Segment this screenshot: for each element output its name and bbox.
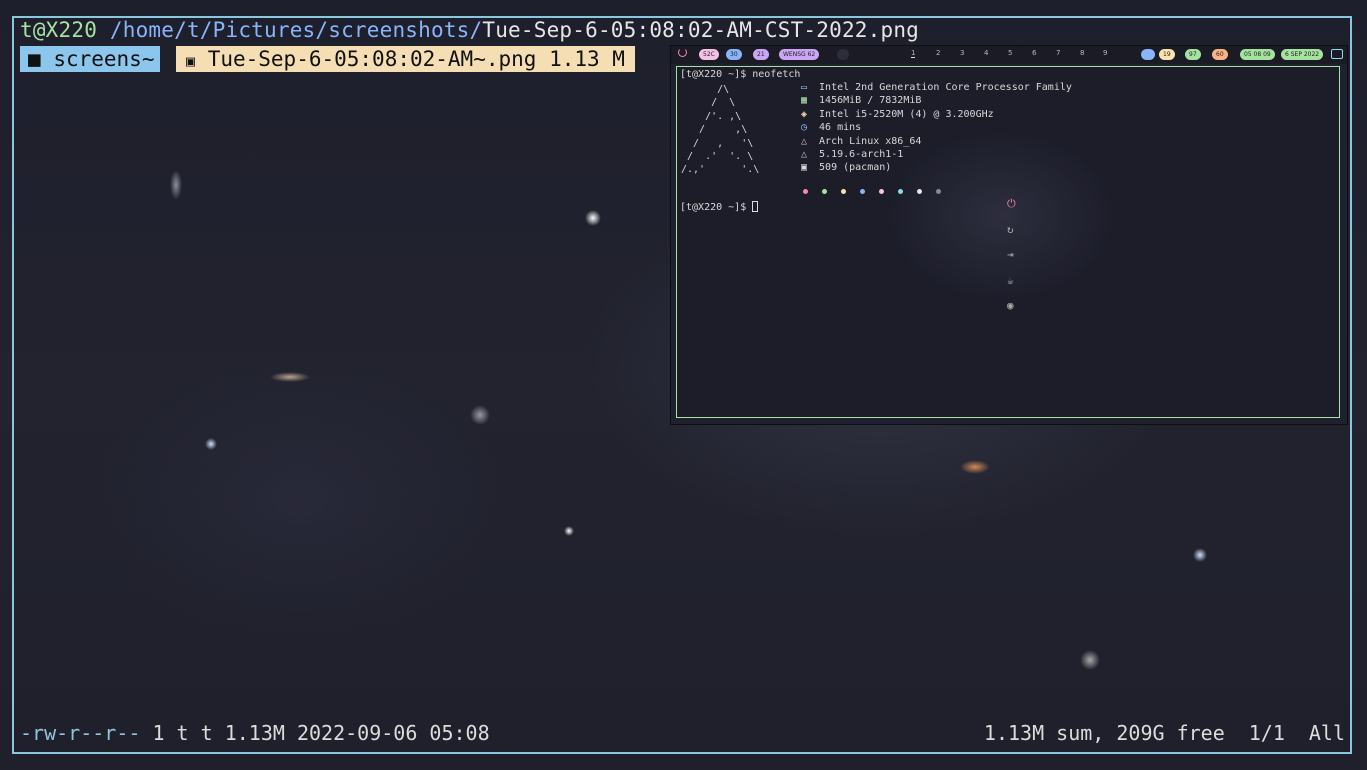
file-metadata: 1 t t 1.13M 2022-09-06 05:08 — [152, 721, 490, 745]
workspace-5[interactable]: 5 — [1008, 49, 1012, 57]
info-memory: ▦ 1456MiB / 7832MiB — [801, 95, 922, 107]
palette-dot — [936, 189, 941, 194]
kernel-icon: △ — [801, 148, 808, 160]
date-badge: 6 SEP 2022 — [1281, 49, 1324, 60]
temperature-badge: 52C — [699, 49, 719, 60]
clock-icon: ◷ — [801, 122, 808, 134]
info-kernel: △ 5.19.6-arch1-1 — [801, 148, 904, 160]
status-bar: 52C 30 21 WENSG 62 1 2 3 4 5 6 7 8 9 19 … — [671, 46, 1347, 64]
text-cursor — [752, 201, 759, 212]
arch-icon: △ — [801, 135, 808, 147]
clock-badge: 05 08 09 — [1240, 49, 1275, 60]
tray-icon[interactable] — [1141, 49, 1155, 60]
workspace-9[interactable]: 9 — [1103, 49, 1107, 57]
package-icon: ▣ — [801, 162, 808, 174]
file-entry-selected[interactable]: ▣ Tue-Sep-6-05:08:02-AM~.png 1.13 M — [176, 46, 635, 72]
cpu-badge: 30 — [726, 49, 742, 60]
palette-dot — [841, 189, 846, 194]
spacer-badge — [837, 49, 849, 60]
color-palette — [803, 179, 955, 198]
arch-ascii-logo: /\ / \ /'. ,\ / ,\ / , '\ / .' '. \ /.,'… — [681, 84, 760, 176]
monitor-icon: ▭ — [801, 82, 808, 93]
memory-badge: 21 — [753, 49, 769, 60]
file-info-status: -rw-r--r-- 1 t t 1.13M 2022-09-06 05:08 — [20, 721, 490, 745]
logout-icon[interactable]: ⇥ — [1007, 248, 1016, 274]
directory-path: /home/t/Pictures/screenshots/ — [109, 18, 483, 42]
file-permissions: -rw-r--r-- — [20, 721, 141, 745]
palette-dot — [822, 189, 827, 194]
prompt-line-1: [t@X220 ~]$ neofetch — [680, 69, 801, 80]
info-host: ▭ Intel 2nd Generation Core Processor Fa… — [801, 82, 1072, 93]
workspace-2[interactable]: 2 — [936, 49, 940, 57]
power-icon[interactable] — [678, 48, 687, 57]
info-packages: ▣ 509 (pacman) — [801, 162, 892, 174]
disk-summary: 1.13M sum, 209G free — [983, 721, 1225, 745]
volume-badge: 19 — [1159, 49, 1175, 60]
power-menu: ⏻ ↻ ⇥ ☕ ◉ — [1007, 197, 1016, 325]
palette-dot — [917, 189, 922, 194]
suspend-icon[interactable]: ☕ — [1007, 274, 1016, 300]
workspace-8[interactable]: 8 — [1080, 49, 1084, 57]
directory-entry[interactable]: ■ screens~ — [20, 46, 161, 72]
host-label: t@X220 — [20, 18, 98, 42]
workspace-3[interactable]: 3 — [960, 49, 964, 57]
cpu-icon: ◈ — [801, 108, 808, 120]
palette-dot — [860, 189, 865, 194]
brightness-badge: 60 — [1212, 49, 1228, 60]
info-uptime: ◷ 46 mins — [801, 122, 862, 134]
workspace-6[interactable]: 6 — [1032, 49, 1036, 57]
current-file-name: Tue-Sep-6-05:08:02-AM-CST-2022.png — [482, 18, 920, 42]
image-file-icon: ▣ — [186, 52, 196, 70]
file-position: 1/1 — [1248, 721, 1285, 745]
directory-summary-status: 1.13M sum, 209G free 1/1 All — [960, 721, 1345, 745]
workspace-4[interactable]: 4 — [984, 49, 988, 57]
lock-icon[interactable]: ◉ — [1007, 299, 1016, 325]
ranger-title-path: t@X220 /home/t/Pictures/screenshots/Tue-… — [20, 18, 919, 42]
palette-dot — [879, 189, 884, 194]
system-info: ▭ Intel 2nd Generation Core Processor Fa… — [801, 81, 1072, 175]
info-os: △ Arch Linux x86_64 — [801, 135, 922, 147]
workspace-1[interactable]: 1 — [911, 49, 916, 58]
reboot-icon[interactable]: ↻ — [1007, 223, 1016, 249]
file-entry-size: 1.13 M — [549, 47, 625, 71]
prompt-line-2[interactable]: [t@X220 ~]$ — [680, 201, 759, 213]
palette-dot — [803, 189, 808, 194]
directory-entry-label: screens~ — [53, 47, 155, 71]
file-entry-label: Tue-Sep-6-05:08:02-AM~.png — [207, 47, 537, 71]
memory-icon: ▦ — [801, 95, 808, 107]
screenshot-icon[interactable] — [1331, 49, 1343, 59]
shutdown-icon[interactable]: ⏻ — [1007, 197, 1016, 223]
palette-dot — [898, 189, 903, 194]
scroll-indicator: All — [1308, 721, 1345, 745]
workspace-7[interactable]: 7 — [1056, 49, 1060, 57]
folder-icon: ■ — [28, 47, 41, 71]
wifi-badge: WENSG 62 — [779, 49, 820, 60]
terminal-window[interactable]: [t@X220 ~]$ neofetch /\ / \ /'. ,\ / ,\ … — [676, 66, 1340, 418]
battery-badge: 97 — [1185, 49, 1201, 60]
image-preview: 52C 30 21 WENSG 62 1 2 3 4 5 6 7 8 9 19 … — [671, 46, 1347, 424]
info-cpu: ◈ Intel i5-2520M (4) @ 3.200GHz — [801, 108, 994, 120]
